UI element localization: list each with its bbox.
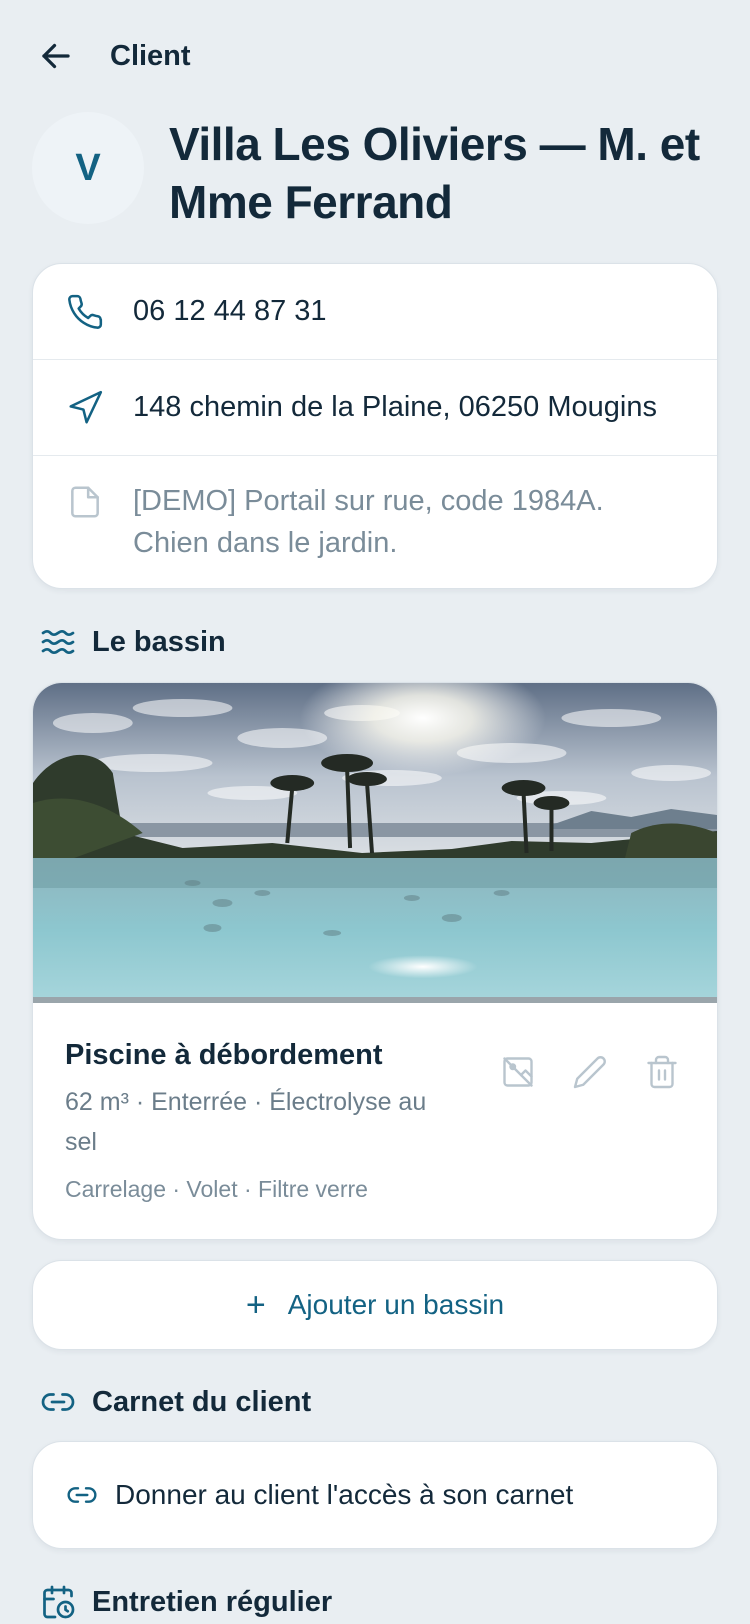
pool-actions (499, 1053, 681, 1091)
page-title: Client (110, 39, 191, 72)
back-button[interactable] (36, 36, 76, 76)
address: 148 chemin de la Plaine, 06250 Mougins (133, 391, 657, 423)
pool-card: Piscine à débordement 62 m³ · Enterrée ·… (32, 682, 718, 1240)
top-bar: Client (36, 34, 191, 78)
edit-pool-button[interactable] (571, 1053, 609, 1091)
contact-card: 06 12 44 87 31 148 chemin de la Plaine, … (32, 263, 718, 589)
client-name: Villa Les Oliviers — M. et Mme Ferrand (169, 118, 700, 228)
remove-photo-button[interactable] (499, 1053, 537, 1091)
arrow-left-icon (42, 43, 70, 69)
pool-specs: 62 m³ · Enterrée · Électrolyse au sel (65, 1088, 427, 1156)
maintenance-section-title: Entretien régulier (92, 1585, 333, 1618)
maintenance-section-header: Entretien régulier (40, 1582, 332, 1622)
delete-pool-button[interactable] (643, 1053, 681, 1091)
add-pool-label: Ajouter un bassin (287, 1289, 505, 1320)
file-icon (65, 482, 105, 522)
trash-icon (647, 1055, 677, 1089)
client-header: V Villa Les Oliviers — M. et Mme Ferrand (32, 112, 709, 231)
navigation-icon (65, 388, 105, 428)
calendar-clock-icon (40, 1584, 76, 1620)
waves-icon (40, 624, 76, 660)
notebook-section-title: Carnet du client (92, 1385, 312, 1418)
plus-icon: + (245, 1286, 266, 1324)
notebook-access-label: Donner au client l'accès à son carnet (115, 1479, 574, 1510)
link-icon (40, 1384, 76, 1420)
pool-extras: Carrelage · Volet · Filtre verre (65, 1176, 368, 1202)
client-note: [DEMO] Portail sur rue, code 1984A. Chie… (133, 485, 604, 559)
add-pool-button[interactable]: + Ajouter un bassin (32, 1260, 718, 1350)
avatar: V (32, 112, 144, 224)
phone-number: 06 12 44 87 31 (133, 295, 327, 327)
pool-details: Piscine à débordement 62 m³ · Enterrée ·… (33, 1003, 717, 1203)
pencil-icon (573, 1056, 606, 1089)
no-photo-icon (503, 1057, 533, 1087)
link-icon (65, 1478, 99, 1512)
phone-icon (65, 292, 105, 332)
client-page: Client V Villa Les Oliviers — M. et Mme … (0, 0, 750, 1624)
phone-row[interactable]: 06 12 44 87 31 (33, 264, 717, 360)
note-row: [DEMO] Portail sur rue, code 1984A. Chie… (33, 456, 717, 564)
pool-section-header: Le bassin (40, 622, 226, 662)
address-row[interactable]: 148 chemin de la Plaine, 06250 Mougins (33, 360, 717, 456)
pool-photo (33, 683, 717, 1003)
pool-section-title: Le bassin (92, 625, 226, 658)
give-notebook-access-button[interactable]: Donner au client l'accès à son carnet (32, 1441, 718, 1549)
notebook-section-header: Carnet du client (40, 1382, 311, 1422)
